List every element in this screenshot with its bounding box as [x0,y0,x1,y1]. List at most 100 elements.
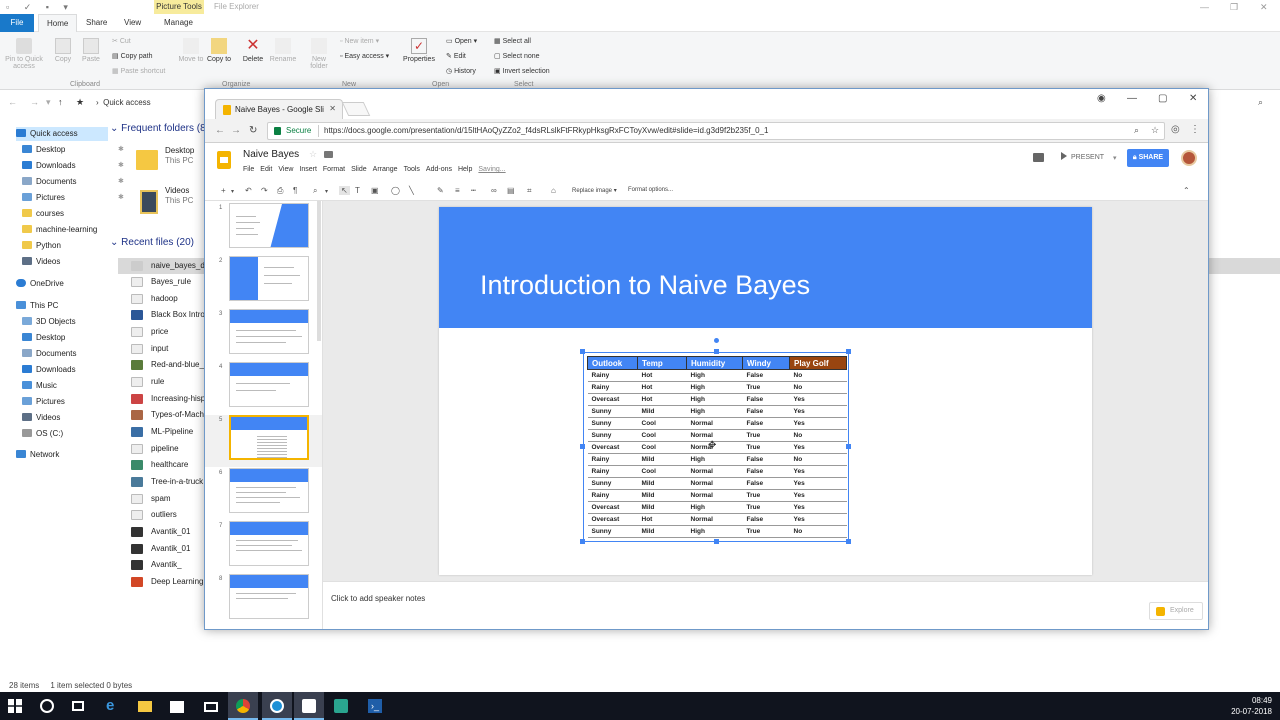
nav-pc-documents[interactable]: Documents [22,347,76,361]
tab-manage[interactable]: Manage [156,14,201,32]
slide-thumbnail-4[interactable]: 4 [205,362,322,414]
edge-button[interactable]: e [98,692,128,720]
resize-handle[interactable] [714,349,719,354]
nav-network[interactable]: Network [16,448,59,462]
shape-icon[interactable]: ◯ [391,186,400,195]
new-slide-dropdown-icon[interactable]: ▾ [231,188,234,195]
resize-handle[interactable] [846,539,851,544]
recent-file-item[interactable]: rule [131,375,164,389]
redo-icon[interactable]: ↷ [261,186,268,195]
back-icon[interactable]: ← [8,97,17,107]
slide-thumbnail-5[interactable]: 5 [205,415,322,467]
recent-file-item[interactable]: price [131,325,168,339]
recent-file-item[interactable]: outliers [131,508,177,522]
frequent-folders-header[interactable]: ⌄ Frequent folders (8 [110,123,206,134]
reload-icon[interactable]: ↻ [249,125,257,136]
new-slide-icon[interactable]: + [221,186,226,195]
recent-file-item[interactable]: ML-Pipeline [131,425,193,439]
recent-files-header[interactable]: ⌄ Recent files (20) [110,237,194,248]
slide-thumbnail-7[interactable]: 7 [205,521,322,573]
new-folder-button[interactable]: New folder [306,38,332,70]
menu-edit[interactable]: Edit [260,166,272,173]
recent-file-item[interactable]: Tree-in-a-truck [131,475,203,489]
menu-view[interactable]: View [278,166,293,173]
back-icon[interactable]: ← [215,125,225,136]
paint-format-icon[interactable]: ¶ [293,186,297,195]
minimize-icon[interactable]: — [1200,2,1209,12]
present-dropdown-icon[interactable]: ▾ [1113,154,1117,162]
close-icon[interactable]: ✕ [1189,93,1197,104]
select-all-button[interactable]: ▦ Select all [494,37,531,45]
recent-file-item[interactable]: Red-and-blue_ [131,358,204,372]
nav-os-c[interactable]: OS (C:) [22,427,63,441]
edit-button[interactable]: ✎ Edit [446,52,466,60]
nav-this-pc[interactable]: This PC [16,299,58,313]
text-box-icon[interactable]: T [355,186,360,195]
open-button[interactable]: ▭ Open ▾ [446,37,477,45]
store-button[interactable] [162,692,192,720]
slide-thumbnail-3[interactable]: 3 [205,309,322,361]
app-taskbar-button[interactable] [294,692,324,720]
nav-pc-pictures[interactable]: Pictures [22,395,65,409]
recent-file-item[interactable]: Avantik_01 [131,542,190,556]
start-button[interactable] [0,692,30,720]
search-taskbar-button[interactable] [32,692,62,720]
avatar[interactable] [1181,150,1197,166]
menu-arrange[interactable]: Arrange [373,166,398,173]
chrome-taskbar-button[interactable] [228,692,258,720]
menu-tools[interactable]: Tools [404,166,420,173]
border-weight-icon[interactable]: ≡ [455,186,460,195]
border-color-icon[interactable]: ✎ [437,186,444,195]
replace-image-button[interactable]: Replace image ▾ [572,187,617,194]
maximize-icon[interactable]: ▢ [1158,93,1167,104]
share-button[interactable]: 🔒︎ SHARE [1127,149,1169,167]
slide-thumbnail-8[interactable]: 8 [205,574,322,626]
delete-button[interactable]: ✕ Delete [240,38,266,64]
rotate-handle[interactable] [714,338,719,343]
chrome-menu-icon[interactable]: ⋮ [1190,124,1200,135]
forward-icon[interactable]: → [231,125,241,136]
recent-file-item[interactable]: Avantik_ [131,558,182,572]
properties-button[interactable]: ✓ Properties [402,38,436,63]
tab-close-icon[interactable]: ✕ [329,104,336,113]
close-icon[interactable]: ✕ [1260,2,1268,13]
search-icon[interactable]: ⌕ [1258,97,1263,108]
recent-file-item[interactable]: Avantik_01 [131,525,190,539]
recent-file-item[interactable]: spam [131,492,171,506]
menu-format[interactable]: Format [323,166,345,173]
nav-onedrive[interactable]: OneDrive [16,277,64,291]
select-none-button[interactable]: ▢ Select none [494,52,540,60]
extension-icon[interactable]: ◎ [1171,124,1180,135]
recent-file-item[interactable]: pipeline [131,442,179,456]
recent-file-item[interactable]: input [131,342,168,356]
comment-add-icon[interactable]: ▤ [507,186,515,195]
line-icon[interactable]: ╲ [409,186,414,195]
copy-button[interactable]: Copy [52,38,74,63]
nav-pc-videos[interactable]: Videos [22,411,60,425]
nav-python[interactable]: Python [22,239,61,253]
resize-handle[interactable] [714,539,719,544]
maximize-icon[interactable]: ❐ [1230,2,1238,13]
slide-title[interactable]: Introduction to Naive Bayes [480,270,810,301]
menu-help[interactable]: Help [458,166,472,173]
bookmark-star-icon[interactable]: ☆ [1151,125,1159,136]
nav-machine-learning[interactable]: machine-learning [22,223,97,237]
nav-pc-downloads[interactable]: Downloads [22,363,76,377]
select-cursor-icon[interactable]: ↖ [339,186,350,195]
recent-file-item[interactable]: Black Box Intro [131,308,205,322]
print-icon[interactable]: ⎙ [277,186,283,196]
up-icon[interactable]: ↑ [58,97,63,107]
zoom-icon[interactable]: ⌕ [313,186,317,196]
recent-file-item[interactable]: naive_bayes_da [131,259,209,273]
task-view-button[interactable] [64,692,94,720]
nav-videos[interactable]: Videos [22,255,60,269]
slide-thumbnail-1[interactable]: 1 [205,203,322,255]
nav-quick-access[interactable]: Quick access [16,127,108,141]
collapse-chevron-icon[interactable]: ⌃ [1183,186,1190,195]
system-clock[interactable]: 08:49 20-07-2018 [1231,695,1272,717]
current-slide[interactable]: Introduction to Naive Bayes Outlook Temp… [439,207,1092,575]
nav-pc-desktop[interactable]: Desktop [22,331,65,345]
star-icon[interactable]: ☆ [309,149,317,160]
tab-view[interactable]: View [116,14,149,32]
nav-pictures[interactable]: Pictures ✱ [22,191,124,205]
